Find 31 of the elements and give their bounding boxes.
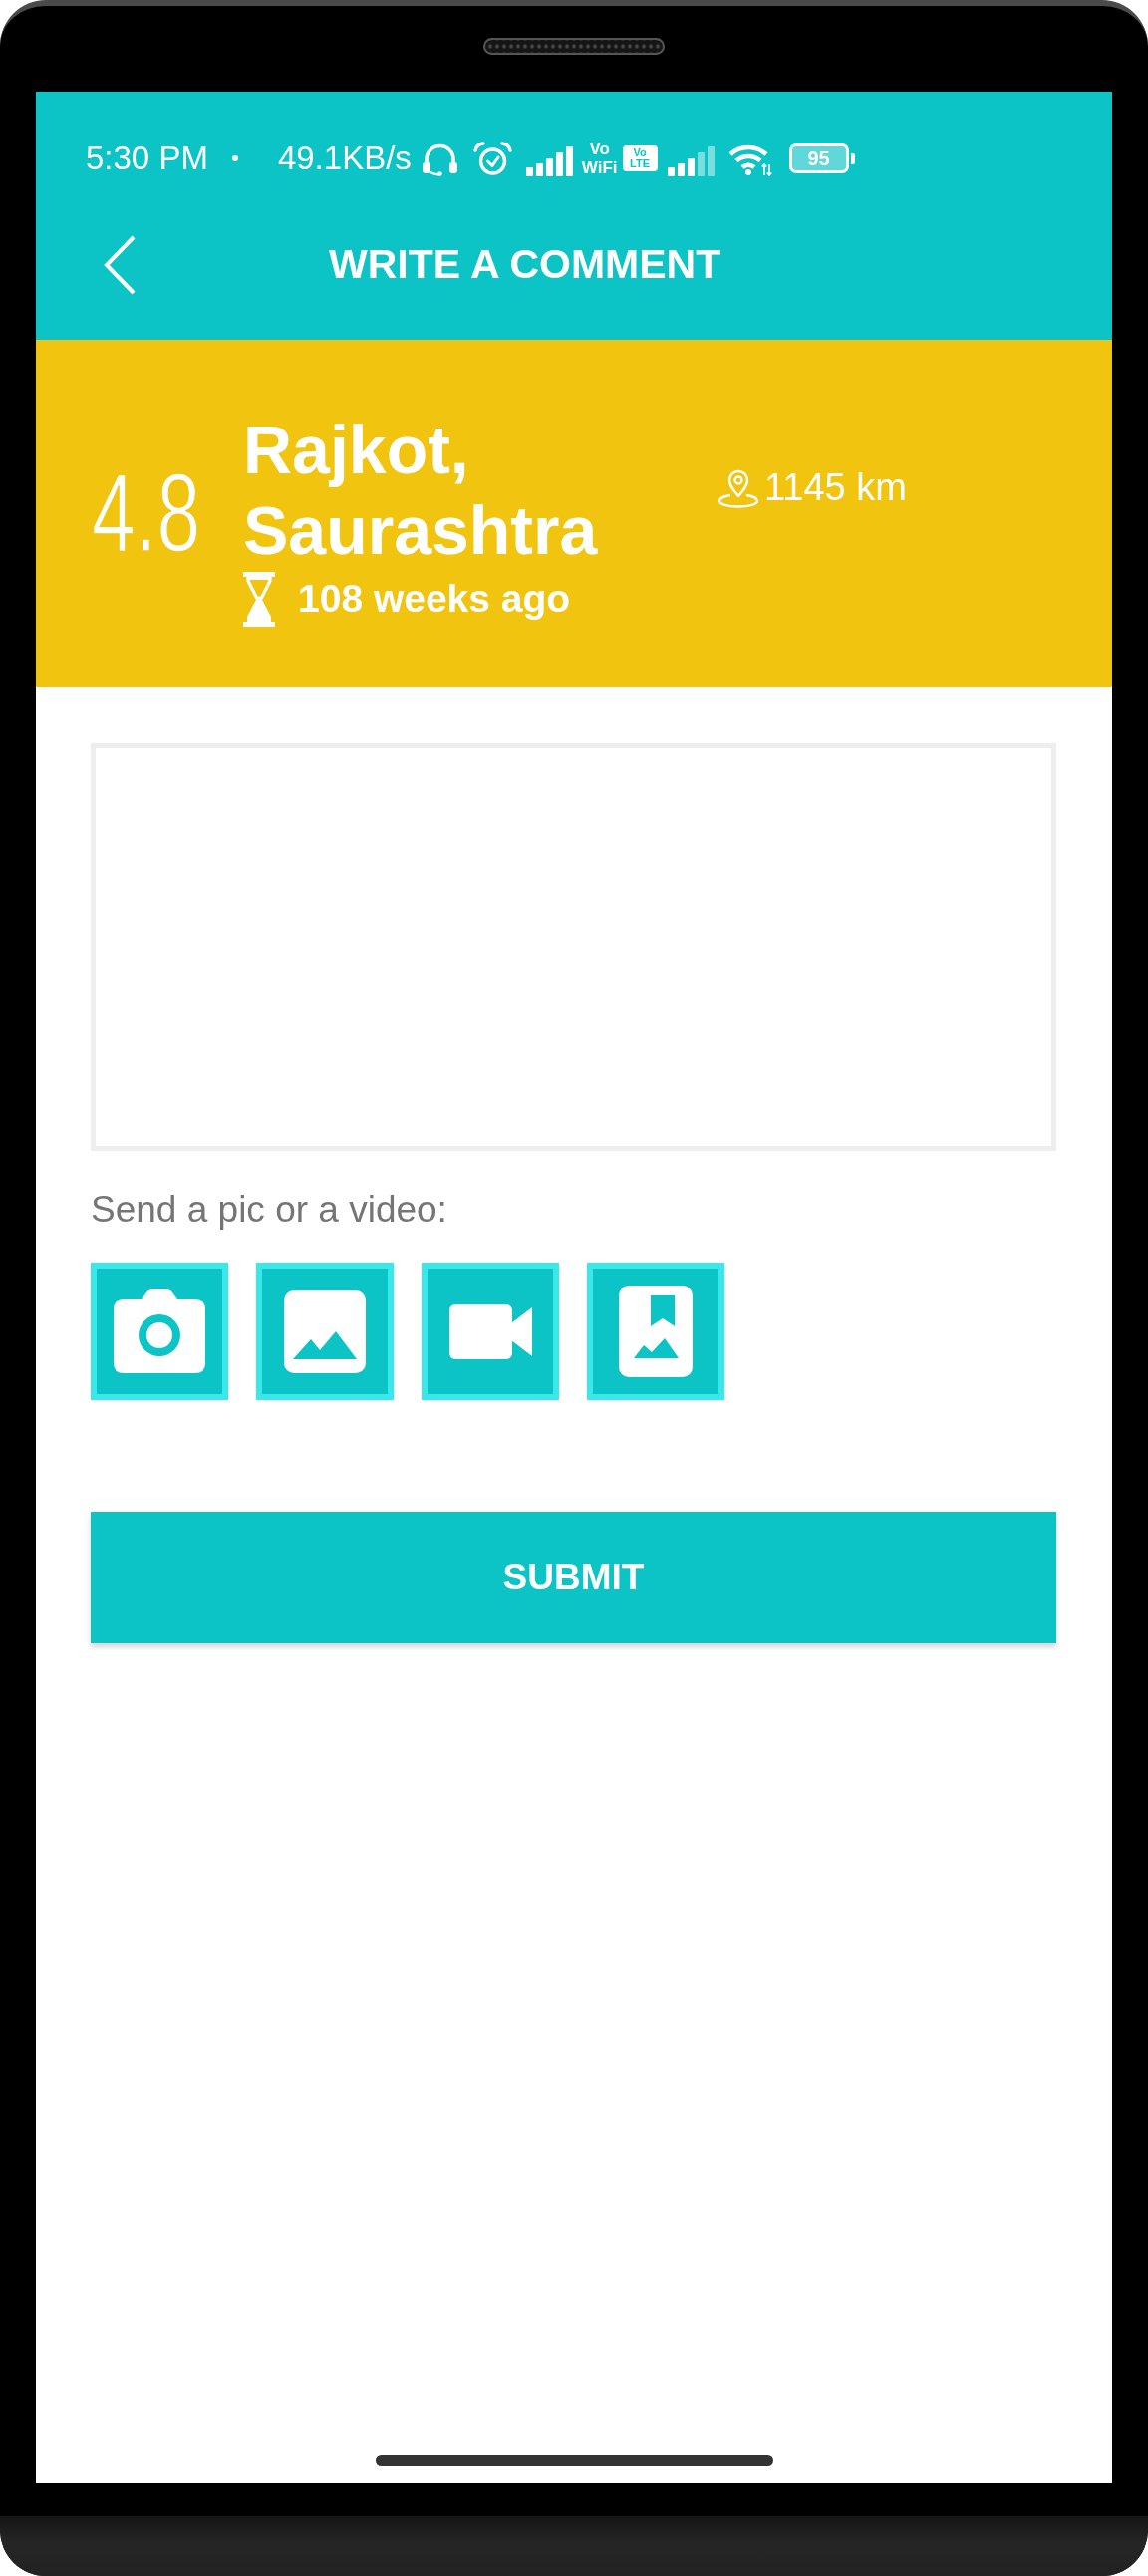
gallery-button[interactable] <box>256 1263 394 1400</box>
clock-time: 5:30 PM <box>86 140 208 177</box>
image-icon <box>284 1289 366 1373</box>
time-ago: 108 weeks ago <box>298 577 571 621</box>
hourglass-icon <box>243 571 275 627</box>
album-button[interactable] <box>587 1263 724 1400</box>
back-icon <box>104 234 137 295</box>
rating-value: 4.8 <box>92 457 200 569</box>
camera-button[interactable] <box>91 1263 228 1400</box>
speaker-grille-icon <box>483 38 665 55</box>
vo-label: Vo <box>589 140 610 158</box>
submit-button[interactable]: SUBMIT <box>91 1512 1056 1643</box>
signal-bars-icon <box>525 146 573 176</box>
vo-label: Vo <box>633 147 647 158</box>
distance-value: 1145 km <box>764 466 907 509</box>
place-name: Rajkot, Saurashtra <box>243 411 599 570</box>
network-speed: 49.1KB/s <box>277 140 412 177</box>
media-label: Send a pic or a video: <box>91 1188 448 1232</box>
screen-title: WRITE A COMMENT <box>329 241 721 288</box>
alarm-clock-icon <box>471 141 513 176</box>
video-button[interactable] <box>422 1263 559 1400</box>
video-camera-icon <box>448 1303 532 1359</box>
wifi-label: WiFi <box>581 158 618 177</box>
back-button[interactable] <box>104 234 137 295</box>
signal-bars-icon <box>667 146 715 176</box>
location-pin-icon <box>718 467 759 508</box>
bookmark-image-icon <box>619 1286 693 1377</box>
notification-dot-icon <box>231 155 238 161</box>
camera-icon <box>114 1289 205 1373</box>
lte-label: LTE <box>630 158 651 169</box>
battery-indicator: 95 <box>788 143 855 173</box>
